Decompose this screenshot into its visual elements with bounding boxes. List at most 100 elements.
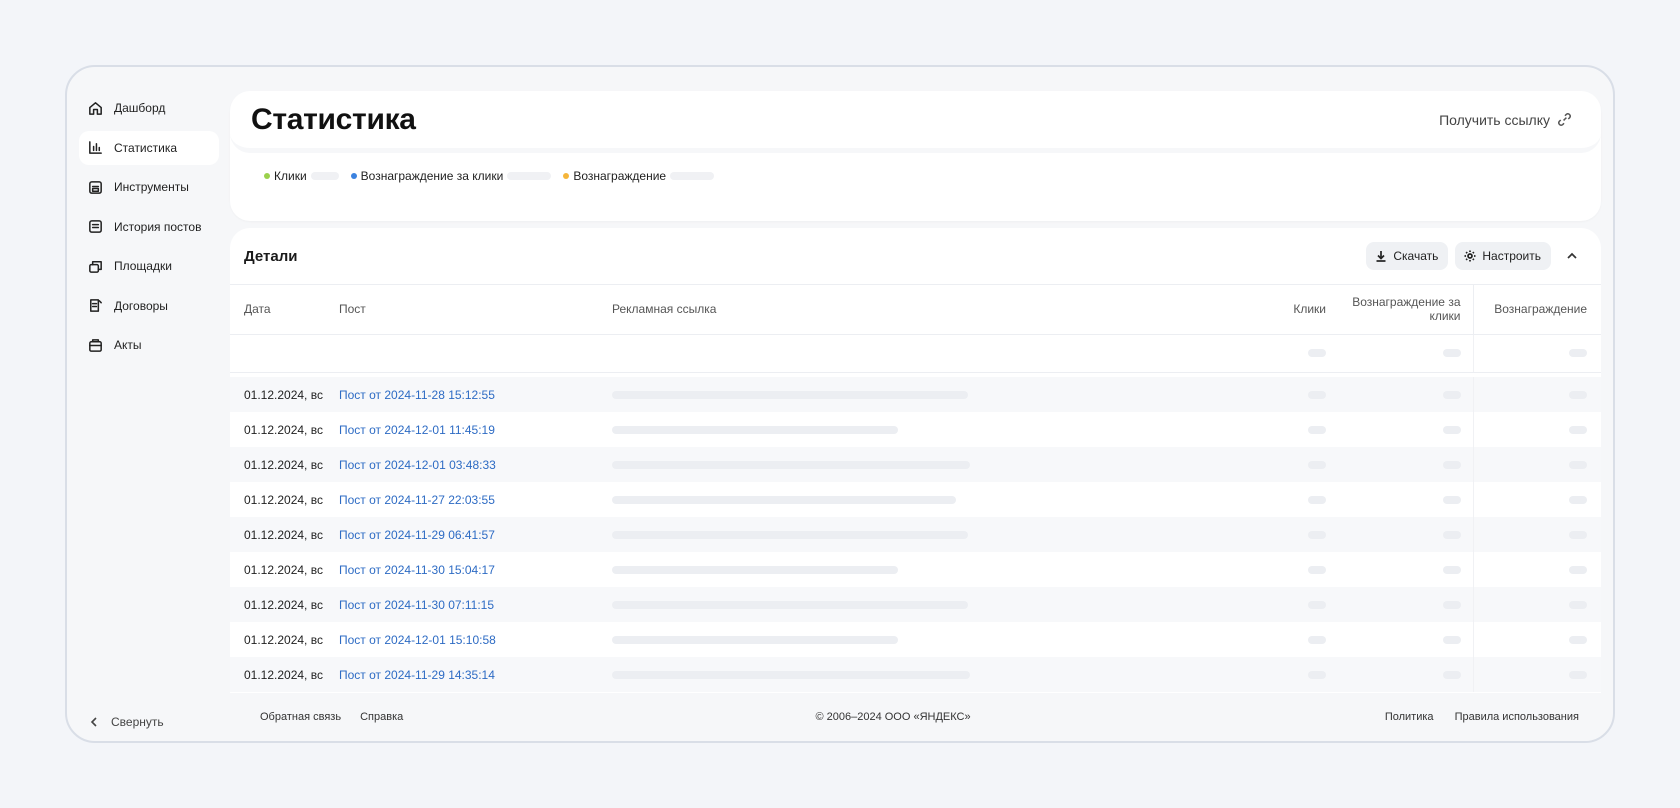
- value-placeholder: [1569, 349, 1587, 357]
- cell-post: Пост от 2024-11-29 06:41:57: [339, 517, 612, 552]
- value-placeholder: [1569, 565, 1587, 574]
- column-reward[interactable]: Вознаграждение: [1472, 285, 1601, 335]
- cell-clicks: [1264, 377, 1338, 412]
- settings-button[interactable]: Настроить: [1455, 242, 1551, 270]
- details-table: Дата Пост Рекламная ссылка Клики Вознагр…: [230, 285, 1601, 692]
- value-placeholder: [1442, 565, 1461, 574]
- value-placeholder: [1569, 670, 1587, 679]
- download-button[interactable]: Скачать: [1366, 242, 1449, 270]
- cell-clicks: [1264, 587, 1338, 622]
- value-placeholder: [1569, 460, 1587, 469]
- copyright: © 2006–2024 ООО «ЯНДЕКС»: [815, 711, 971, 723]
- post-link[interactable]: Пост от 2024-11-30 15:04:17: [339, 563, 495, 577]
- cell-ad-link: [612, 377, 1264, 412]
- value-placeholder: [1308, 635, 1326, 644]
- cell-reward-clicks: [1338, 412, 1473, 447]
- legend-value-placeholder: [310, 172, 339, 180]
- details-header: Детали Скачать Настроить: [230, 228, 1601, 285]
- sidebar-item-label: Дашборд: [114, 101, 166, 115]
- cell-reward-clicks: [1338, 657, 1473, 692]
- sidebar-item-posts-history[interactable]: История постов: [79, 210, 219, 244]
- value-placeholder: [612, 530, 968, 539]
- cell-reward: [1472, 412, 1601, 447]
- sidebar-item-label: История постов: [114, 219, 202, 234]
- cell-ad-link: [612, 657, 1264, 692]
- cell-reward-clicks: [1338, 447, 1473, 482]
- value-placeholder: [612, 565, 898, 574]
- post-link[interactable]: Пост от 2024-11-29 06:41:57: [339, 528, 495, 542]
- column-ad-link[interactable]: Рекламная ссылка: [612, 285, 1264, 335]
- sidebar-item-label: Инструменты: [114, 180, 189, 194]
- cell-ad-link: [612, 517, 1264, 552]
- value-placeholder: [1308, 425, 1326, 434]
- app-window: Дашборд Статистика Инструменты История п…: [65, 65, 1615, 743]
- cell-ad-link: [612, 447, 1264, 482]
- download-label: Скачать: [1393, 249, 1439, 263]
- get-link-button[interactable]: Получить ссылку: [1439, 111, 1573, 128]
- value-placeholder: [1442, 635, 1461, 644]
- sidebar-item-tools[interactable]: Инструменты: [79, 170, 219, 204]
- footer-right: Политика Правила использования: [1367, 711, 1579, 723]
- post-link[interactable]: Пост от 2024-11-29 14:35:14: [339, 668, 495, 682]
- cell-ad-link: [612, 622, 1264, 657]
- column-post[interactable]: Пост: [339, 285, 612, 335]
- value-placeholder: [612, 670, 970, 679]
- legend-label: Клики: [274, 169, 307, 183]
- page-title: Статистика: [251, 102, 416, 136]
- contracts-icon: [86, 297, 104, 315]
- value-placeholder: [1442, 425, 1461, 434]
- policy-link[interactable]: Политика: [1385, 711, 1434, 723]
- cell-reward: [1472, 622, 1601, 657]
- legend-item-clicks[interactable]: Клики: [264, 169, 339, 183]
- sidebar-item-platforms[interactable]: Площадки: [79, 249, 219, 283]
- post-link[interactable]: Пост от 2024-11-28 15:12:55: [339, 388, 495, 402]
- tools-icon: [86, 178, 104, 196]
- cell-reward: [1472, 657, 1601, 692]
- value-placeholder: [1308, 495, 1326, 504]
- statistics-header: Статистика Получить ссылку: [230, 91, 1601, 153]
- legend-dot: [563, 173, 570, 179]
- cell-reward-clicks: [1338, 517, 1473, 552]
- sidebar-item-label: Договоры: [114, 298, 168, 313]
- sidebar-item-acts[interactable]: Акты: [79, 328, 219, 362]
- cell-clicks: [1264, 552, 1338, 587]
- totals-row: [230, 334, 1601, 373]
- column-date[interactable]: Дата: [230, 285, 339, 335]
- sidebar-item-statistics[interactable]: Статистика: [79, 130, 219, 165]
- column-clicks[interactable]: Клики: [1264, 285, 1338, 335]
- value-placeholder: [612, 425, 898, 434]
- post-link[interactable]: Пост от 2024-11-27 22:03:55: [339, 493, 495, 507]
- cell-clicks: [1264, 482, 1338, 517]
- value-placeholder: [612, 390, 968, 399]
- cell-reward: [1472, 482, 1601, 517]
- cell-reward: [1472, 377, 1601, 412]
- feedback-link[interactable]: Обратная связь: [260, 711, 341, 723]
- post-link[interactable]: Пост от 2024-11-30 07:11:15: [339, 598, 494, 612]
- platforms-icon: [86, 257, 104, 275]
- value-placeholder: [1308, 460, 1326, 469]
- table-row: 01.12.2024, вс Пост от 2024-12-01 03:48:3…: [230, 447, 1601, 482]
- column-reward-clicks[interactable]: Вознаграждение за клики: [1338, 285, 1473, 335]
- terms-link[interactable]: Правила использования: [1455, 711, 1579, 723]
- help-link[interactable]: Справка: [360, 711, 403, 723]
- collapse-details-button[interactable]: [1557, 242, 1587, 270]
- post-link[interactable]: Пост от 2024-12-01 15:10:58: [339, 633, 496, 647]
- collapse-sidebar-button[interactable]: Свернуть: [87, 715, 164, 729]
- statistics-card: Статистика Получить ссылку Клики Вознагр…: [230, 91, 1601, 221]
- settings-label: Настроить: [1482, 249, 1541, 263]
- value-placeholder: [1442, 495, 1461, 504]
- sidebar-item-label: Акты: [114, 338, 142, 352]
- sidebar-item-contracts[interactable]: Договоры: [79, 289, 219, 323]
- post-link[interactable]: Пост от 2024-12-01 11:45:19: [339, 423, 495, 437]
- table-row: 01.12.2024, вс Пост от 2024-11-29 06:41:5…: [230, 517, 1601, 552]
- value-placeholder: [1569, 495, 1587, 504]
- legend-item-reward[interactable]: Вознаграждение: [563, 169, 715, 183]
- table-row: 01.12.2024, вс Пост от 2024-11-30 07:11:1…: [230, 587, 1601, 622]
- sidebar-item-dashboard[interactable]: Дашборд: [79, 91, 219, 125]
- footer-left: Обратная связь Справка: [260, 711, 419, 723]
- cell-post: Пост от 2024-11-28 15:12:55: [339, 377, 612, 412]
- value-placeholder: [1569, 425, 1587, 434]
- post-link[interactable]: Пост от 2024-12-01 03:48:33: [339, 458, 496, 472]
- value-placeholder: [1308, 565, 1326, 574]
- legend-item-reward-clicks[interactable]: Вознаграждение за клики: [350, 169, 552, 183]
